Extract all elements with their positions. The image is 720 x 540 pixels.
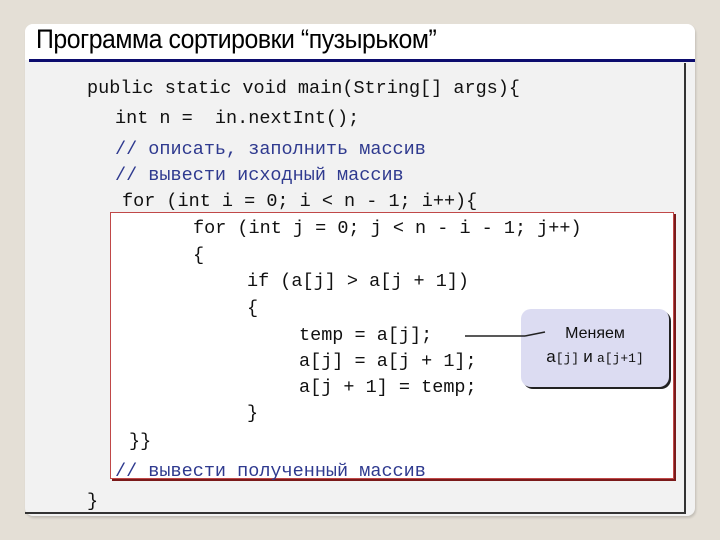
swap-callout: Меняем a[j] и a[j+1] [521,309,669,387]
code-line-main-signature: public static void main(String[] args){ [87,78,520,99]
code-line-inner-for: for (int j = 0; j < n - i - 1; j++) [193,218,582,239]
code-line-loops-close: }} [129,431,152,452]
callout-title: Меняем [565,325,625,342]
code-line-open-brace: { [193,245,205,266]
code-line-temp-assign: temp = a[j]; [299,325,433,346]
code-line-main-close: } [87,491,99,512]
callout-a2: a[j+1] [596,351,644,366]
code-line-swap-a: a[j] = a[j + 1]; [299,351,477,372]
callout-conj: и [583,347,593,366]
callout-detail: a[j] и a[j+1] [521,347,669,367]
code-line-outer-for: for (int i = 0; i < n - 1; i++){ [122,191,478,212]
code-line-swap-b: a[j + 1] = temp; [299,377,477,398]
code-frame: public static void main(String[] args){ … [25,63,686,514]
callout-a1-index: [j] [555,351,580,366]
code-block: public static void main(String[] args){ … [25,63,684,512]
code-line-if-open-brace: { [247,298,259,319]
code-line-if-compare: if (a[j] > a[j + 1]) [247,271,470,292]
title-bar: Программа сортировки “пузырьком” [25,24,695,60]
title-divider [29,59,695,62]
code-comment-print-source: // вывести исходный массив [115,165,404,186]
slide-title: Программа сортировки “пузырьком” [36,24,437,54]
code-comment-fill-array: // описать, заполнить массив [115,139,426,160]
callout-a1: a [546,347,556,366]
slide: Программа сортировки “пузырьком” public … [25,24,695,516]
code-line-if-close-brace: } [247,403,259,424]
code-comment-print-result: // вывести полученный массив [115,461,426,482]
code-line-read-n: int n = in.nextInt(); [115,108,360,129]
